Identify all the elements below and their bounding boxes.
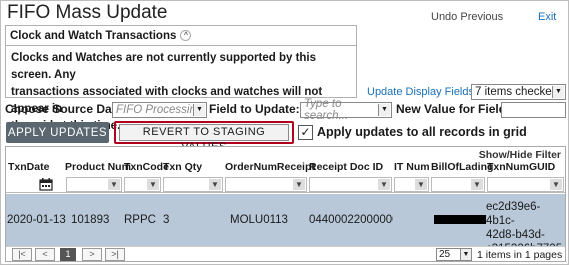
column-header[interactable]: TxnDate [8,161,49,173]
dropdown-arrow-icon: ▼ [378,104,390,116]
guid-line: 42d8-b43d- [486,229,545,241]
cell-txncode: RPPC [124,214,156,226]
new-value-input[interactable] [501,102,566,118]
apply-all-checkbox[interactable]: ✓ [298,125,313,140]
cell-receipt-doc-id: 044000220000002 [309,214,393,226]
column-header[interactable]: Product Num [65,161,131,173]
notice-title: Clock and Watch Transactions [10,29,177,42]
source-data-label: Choose Source Data: [5,102,127,116]
app-window: FIFO Mass Update Undo Previous Exit Cloc… [0,0,569,265]
current-page[interactable]: 1 [60,248,76,261]
filter-icon[interactable]: ▼ [378,179,390,190]
dropdown-arrow-icon: ▼ [552,86,564,98]
txn-qty-filter[interactable]: ▼ [163,177,223,192]
txnnumguid-filter[interactable]: ▼ [487,177,564,192]
grid-pager: |< < 1 > >| 25 ▼ 1 items in 1 pages [6,246,565,261]
page-title: FIFO Mass Update [7,2,168,23]
apply-all-label: Apply updates to all records in grid [317,125,527,139]
bill-of-lading-filter[interactable]: ▼ [431,177,485,192]
exit-link[interactable]: Exit [538,11,556,23]
filter-icon[interactable]: ▼ [471,179,483,190]
column-header[interactable]: BillOfLading [431,161,493,173]
column-header[interactable]: OrderNumReceipt [225,161,315,173]
show-hide-filter-link[interactable]: Show/Hide Filter [479,149,561,161]
table-row[interactable]: 2020-01-13 101893 RPPC 3 MOLU0113 044000… [6,194,565,255]
transactions-grid: Show/Hide Filter TxnDate Product Num Txn… [5,146,566,262]
filter-icon[interactable]: ▼ [147,179,159,190]
notice-line: Clocks and Watches are not currently sup… [11,52,317,81]
source-data-select[interactable]: FIFO Processing ▼ [112,102,207,118]
redacted-bill-of-lading [434,215,486,224]
it-num-filter[interactable]: ▼ [394,177,429,192]
cell-txndate: 2020-01-13 [7,214,66,226]
prev-page-button[interactable]: < [35,248,55,261]
new-value-label: New Value for Field: [396,102,511,116]
filter-icon[interactable]: ▼ [209,179,221,190]
undo-previous-link[interactable]: Undo Previous [431,11,503,23]
field-to-update-placeholder: Type to search... [304,98,349,122]
txncode-filter[interactable]: ▼ [124,177,161,192]
display-fields-value: 7 items checked [475,86,559,98]
column-header[interactable]: TxnNumGUID [487,161,555,173]
cell-product-num: 101893 [71,214,110,226]
ordernum-filter[interactable]: ▼ [225,177,307,192]
filter-icon[interactable]: ▼ [550,179,562,190]
guid-line: ec2d39e6-4b1c- [486,201,541,227]
display-fields-select[interactable]: 7 items checked ▼ [471,84,566,100]
cell-ordernum: MOLU0113 [230,214,288,226]
filter-icon[interactable]: ▼ [108,179,120,190]
next-page-button[interactable]: > [82,248,102,261]
revert-to-staging-button[interactable]: REVERT TO STAGING VALUES [114,121,294,153]
clock-watch-notice: Clock and Watch Transactions ^ Clocks an… [5,25,357,132]
column-header[interactable]: IT Num [394,161,430,173]
cell-txn-qty: 3 [163,214,170,226]
pager-info: 1 items in 1 pages [477,249,563,261]
dropdown-arrow-icon: ▼ [460,249,471,260]
field-to-update-label: Field to Update: [209,102,300,116]
first-page-button[interactable]: |< [12,248,32,261]
product-num-filter[interactable]: ▼ [66,177,122,192]
grid-header: Show/Hide Filter TxnDate Product Num Txn… [6,147,565,193]
filter-icon[interactable]: ▼ [293,179,305,190]
chevron-up-icon[interactable]: ^ [180,30,192,41]
receipt-doc-filter[interactable]: ▼ [309,177,392,192]
revert-button-label: REVERT TO STAGING VALUES [119,124,289,153]
field-to-update-select[interactable]: Type to search... ▼ [300,98,392,122]
page-size-select[interactable]: 25 ▼ [436,248,472,261]
notice-header[interactable]: Clock and Watch Transactions ^ [6,26,356,46]
column-header[interactable]: Receipt Doc ID [309,161,383,173]
source-data-value: FIFO Processing [116,104,203,116]
dropdown-arrow-icon: ▼ [193,104,205,116]
page-size-value: 25 [439,249,451,260]
calendar-icon[interactable] [39,177,53,191]
apply-updates-button[interactable]: APPLY UPDATES [6,122,109,143]
filter-icon[interactable]: ▼ [415,179,427,190]
column-header[interactable]: Txn Qty [163,161,202,173]
last-page-button[interactable]: >| [105,248,125,261]
update-display-fields-link[interactable]: Update Display Fields [367,86,474,98]
